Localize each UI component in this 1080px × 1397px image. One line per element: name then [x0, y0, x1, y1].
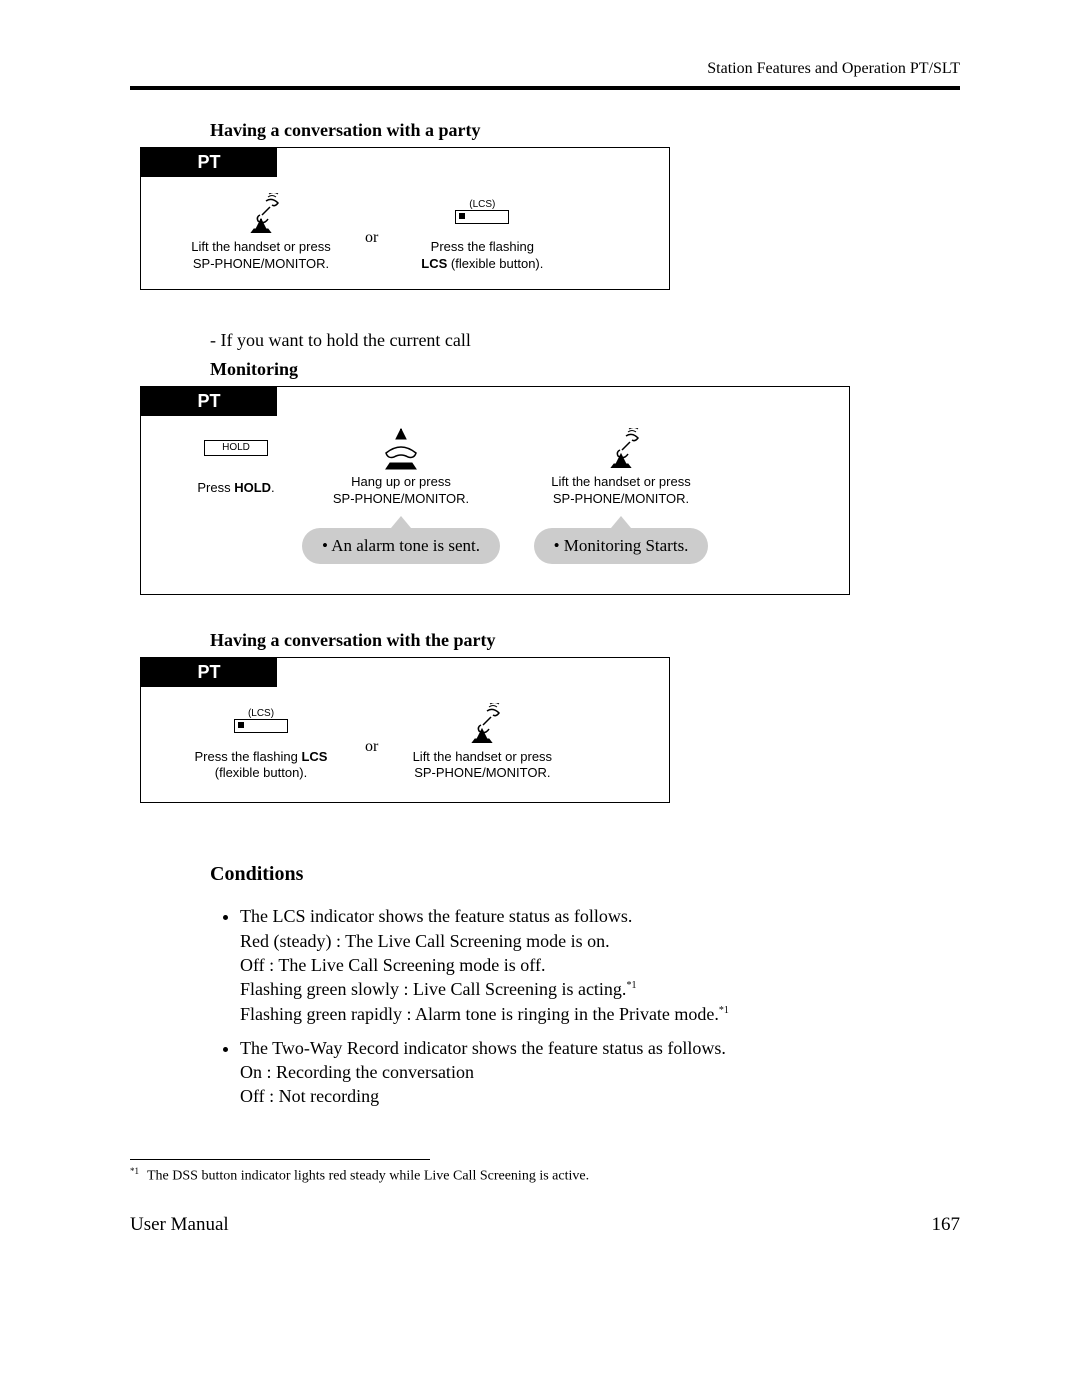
conditions-heading: Conditions	[210, 863, 960, 886]
handset-lift-icon	[521, 428, 721, 468]
section2-box: PT HOLD Press HOLD.	[140, 386, 850, 595]
monitoring-starts-bubble: • Monitoring Starts.	[534, 528, 709, 564]
or-text: or	[365, 219, 378, 247]
section1-box: PT Lift the handset or press SP-PHONE/MO…	[140, 147, 670, 290]
section3-title: Having a conversation with the party	[210, 630, 960, 651]
footer-left: User Manual	[130, 1214, 229, 1236]
section3-step2-caption: Lift the handset or press SP-PHONE/MONIT…	[402, 749, 562, 783]
condition-item: The LCS indicator shows the feature stat…	[240, 904, 960, 1025]
section1-step1-caption: Lift the handset or press SP-PHONE/MONIT…	[181, 239, 341, 273]
condition-item: The Two-Way Record indicator shows the f…	[240, 1036, 960, 1109]
section3-step1-caption: Press the flashing LCS (flexible button)…	[181, 749, 341, 783]
handset-lift-icon	[402, 703, 562, 743]
hold-button-icon: HOLD	[171, 428, 301, 474]
lcs-button-icon: (LCS)	[402, 193, 562, 233]
pt-badge: PT	[141, 148, 277, 177]
header-rule	[130, 86, 960, 90]
lift-caption: Lift the handset or press SP-PHONE/MONIT…	[536, 474, 706, 508]
pt-badge: PT	[141, 387, 277, 416]
hold-note: - If you want to hold the current call	[210, 330, 960, 351]
pt-badge: PT	[141, 658, 277, 687]
hangup-icon	[301, 428, 501, 468]
hangup-caption: Hang up or press SP-PHONE/MONITOR.	[321, 474, 481, 508]
section1-title: Having a conversation with a party	[210, 120, 960, 141]
lcs-button-icon: (LCS)	[181, 703, 341, 743]
or-text: or	[365, 728, 378, 756]
section3-box: PT (LCS) Press the flashing LCS (flexibl…	[140, 657, 670, 804]
section1-step2-caption: Press the flashing LCS (flexible button)…	[402, 239, 562, 273]
alarm-tone-bubble: • An alarm tone is sent.	[302, 528, 500, 564]
section2-title: Monitoring	[210, 359, 960, 380]
page-number: 167	[932, 1214, 961, 1236]
footnote-rule	[130, 1159, 430, 1160]
page-header: Station Features and Operation PT/SLT	[130, 60, 960, 78]
footnote: *1The DSS button indicator lights red st…	[130, 1166, 960, 1185]
page-footer: User Manual 167	[130, 1214, 960, 1236]
handset-lift-icon	[181, 193, 341, 233]
conditions-list: The LCS indicator shows the feature stat…	[220, 904, 960, 1108]
hold-caption: Press HOLD.	[176, 480, 296, 497]
